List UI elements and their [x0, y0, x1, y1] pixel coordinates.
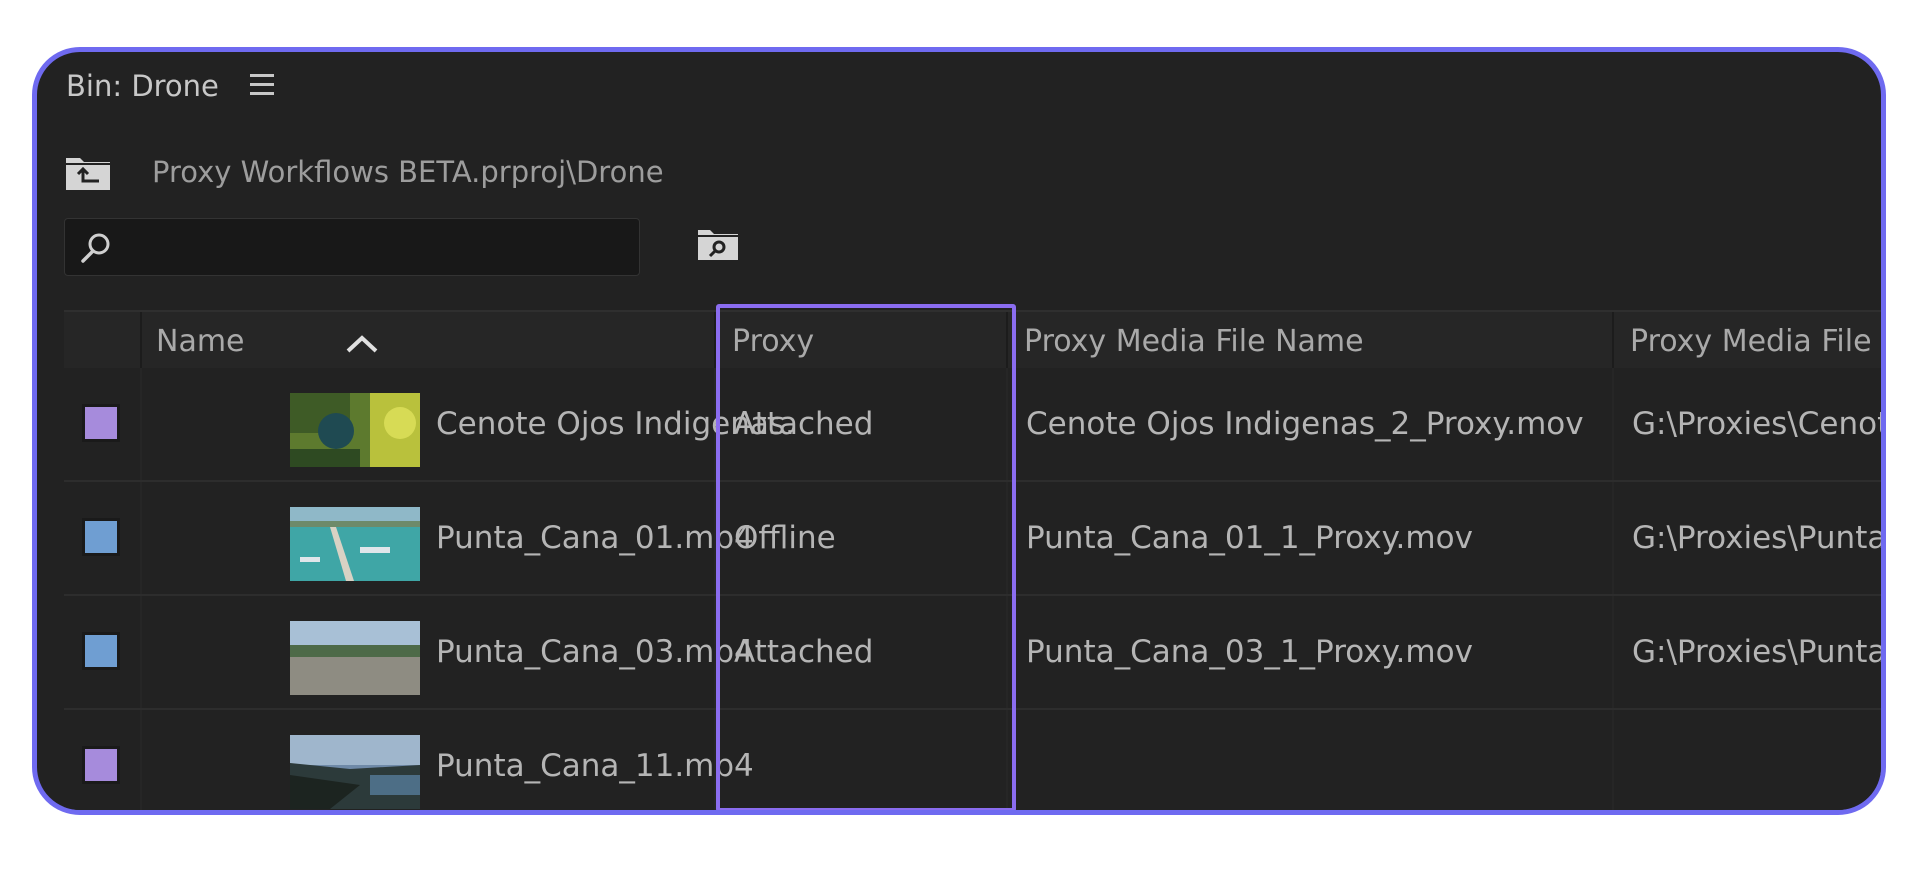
clip-name: Punta_Cana_03.mp4: [436, 634, 754, 670]
label-color-swatch[interactable]: [82, 404, 120, 442]
sort-ascending-icon[interactable]: [345, 334, 379, 354]
clip-name: Punta_Cana_01.mp4: [436, 520, 754, 556]
column-header-label: Proxy Media File P: [1630, 324, 1886, 359]
column-header-label: Name: [156, 324, 245, 359]
clip-thumbnail: [290, 507, 420, 581]
table-header: Name Proxy Proxy Media File Name Proxy M…: [64, 310, 1886, 372]
label-color-swatch[interactable]: [82, 632, 120, 670]
label-color-swatch[interactable]: [82, 746, 120, 784]
find-in-folder-icon[interactable]: [696, 226, 740, 264]
clip-name: Punta_Cana_11.mp4: [436, 748, 754, 784]
table-row[interactable]: Punta_Cana_11.mp4: [64, 710, 1881, 810]
proxy-file-path: G:\Proxies\Punta_: [1632, 520, 1886, 556]
column-header-label: Proxy Media File Name: [1024, 324, 1364, 359]
proxy-status: Attached: [734, 406, 874, 442]
proxy-file-name: Punta_Cana_03_1_Proxy.mov: [1026, 634, 1473, 670]
proxy-file-path-column-header[interactable]: Proxy Media File P: [1614, 312, 1886, 370]
bin-title: Bin: Drone: [66, 69, 219, 103]
proxy-file-name: Punta_Cana_01_1_Proxy.mov: [1026, 520, 1473, 556]
clip-thumbnail: [290, 735, 420, 809]
proxy-status: Attached: [734, 634, 874, 670]
name-column-header[interactable]: Name: [142, 312, 716, 370]
proxy-column-header[interactable]: Proxy: [716, 312, 1008, 370]
search-input[interactable]: [64, 218, 640, 276]
label-column-header[interactable]: [64, 312, 142, 370]
proxy-file-path: G:\Proxies\Punta_: [1632, 634, 1886, 670]
breadcrumb: Proxy Workflows BETA.prproj\Drone: [152, 155, 664, 189]
proxy-file-name: Cenote Ojos Indigenas_2_Proxy.mov: [1026, 406, 1584, 442]
label-color-swatch[interactable]: [82, 518, 120, 556]
table-row[interactable]: Cenote Ojos Indigenas. Attached Cenote O…: [64, 368, 1886, 482]
table-row[interactable]: Punta_Cana_01.mp4 Offline Punta_Cana_01_…: [64, 482, 1886, 596]
project-bin-panel: Bin: Drone Proxy Workflows BETA.prproj\D…: [32, 47, 1886, 815]
table-row[interactable]: Punta_Cana_03.mp4 Attached Punta_Cana_03…: [64, 596, 1886, 710]
folder-up-icon[interactable]: [64, 154, 112, 192]
hamburger-menu-icon[interactable]: [250, 74, 274, 96]
proxy-file-path: G:\Proxies\Cenote: [1632, 406, 1886, 442]
column-header-label: Proxy: [732, 324, 815, 359]
search-icon: [81, 233, 110, 263]
clip-thumbnail: [290, 393, 420, 467]
proxy-file-name-column-header[interactable]: Proxy Media File Name: [1008, 312, 1614, 370]
proxy-status: Offline: [734, 520, 836, 556]
clip-thumbnail: [290, 621, 420, 695]
